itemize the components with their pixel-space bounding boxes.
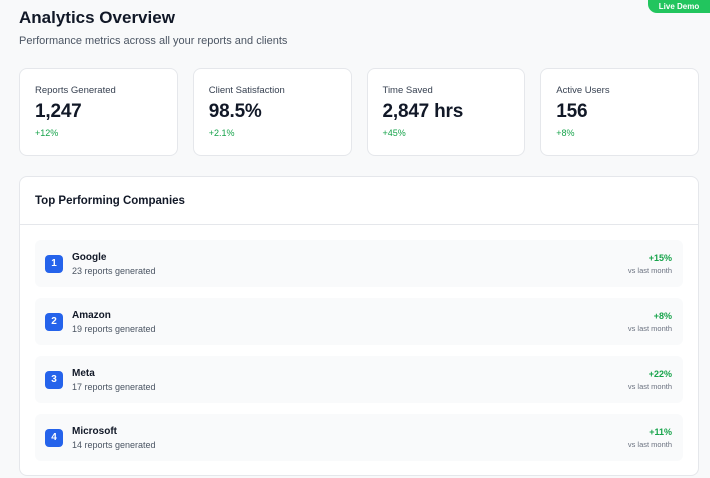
stat-change: +45% [382, 128, 406, 138]
company-info: Microsoft 14 reports generated [72, 426, 628, 450]
company-row-google[interactable]: 1 Google 23 reports generated +15% vs la… [35, 240, 683, 287]
company-list: 1 Google 23 reports generated +15% vs la… [20, 225, 698, 461]
change-value: +15% [648, 252, 672, 263]
company-name: Meta [72, 367, 95, 379]
company-row-amazon[interactable]: 2 Amazon 19 reports generated +8% vs las… [35, 298, 683, 345]
company-row-microsoft[interactable]: 4 Microsoft 14 reports generated +11% vs… [35, 414, 683, 461]
change-note: vs last month [627, 323, 672, 333]
panel-title: Top Performing Companies [35, 194, 185, 207]
company-name: Microsoft [72, 425, 117, 437]
stat-value: 98.5% [208, 101, 262, 122]
change-value: +11% [649, 426, 672, 437]
change-note: vs last month [627, 265, 672, 275]
top-companies-panel: Top Performing Companies 1 Google 23 rep… [19, 176, 699, 476]
stat-value: 2,847 hrs [382, 101, 464, 122]
stat-change: +2.1% [208, 128, 235, 138]
company-reports: 19 reports generated [72, 323, 156, 334]
rank-badge: 2 [45, 312, 63, 331]
page-subtitle: Performance metrics across all your repo… [19, 35, 288, 47]
stat-card-active-users: Active Users 156 +8% [540, 68, 699, 156]
company-reports: 23 reports generated [72, 265, 156, 276]
company-info: Google 23 reports generated [72, 252, 628, 276]
stats-row: Reports Generated 1,247 +12% Client Sati… [19, 68, 699, 156]
rank-badge: 1 [45, 254, 63, 273]
change-value: +8% [653, 310, 672, 321]
stat-card-reports-generated: Reports Generated 1,247 +12% [19, 68, 178, 156]
company-name: Amazon [72, 309, 111, 321]
stat-change: +8% [556, 128, 575, 138]
stat-value: 156 [556, 101, 588, 122]
page-title: Analytics Overview [19, 8, 175, 27]
company-info: Amazon 19 reports generated [72, 310, 628, 334]
change-value: +22% [648, 368, 672, 379]
stat-label: Active Users [556, 85, 610, 96]
live-demo-badge: Live Demo [648, 0, 710, 13]
stat-value: 1,247 [35, 101, 82, 122]
stat-card-client-satisfaction: Client Satisfaction 98.5% +2.1% [192, 68, 352, 156]
stat-label: Time Saved [382, 85, 433, 96]
change-note: vs last month [627, 439, 672, 449]
stat-label: Client Satisfaction [208, 85, 285, 96]
company-change: +8% vs last month [628, 311, 672, 333]
rank-badge: 3 [45, 370, 63, 389]
company-name: Google [72, 251, 107, 263]
company-info: Meta 17 reports generated [72, 368, 628, 392]
stat-change: +12% [35, 128, 59, 138]
stat-card-time-saved: Time Saved 2,847 hrs +45% [366, 68, 526, 156]
rank-badge: 4 [45, 428, 63, 447]
company-change: +15% vs last month [628, 253, 672, 275]
stat-label: Reports Generated [35, 85, 116, 96]
company-row-meta[interactable]: 3 Meta 17 reports generated +22% vs last… [35, 356, 683, 403]
change-note: vs last month [627, 381, 672, 391]
company-reports: 14 reports generated [72, 439, 156, 450]
panel-header: Top Performing Companies [20, 177, 698, 225]
company-change: +11% vs last month [628, 427, 672, 449]
company-reports: 17 reports generated [72, 381, 156, 392]
company-change: +22% vs last month [628, 369, 672, 391]
